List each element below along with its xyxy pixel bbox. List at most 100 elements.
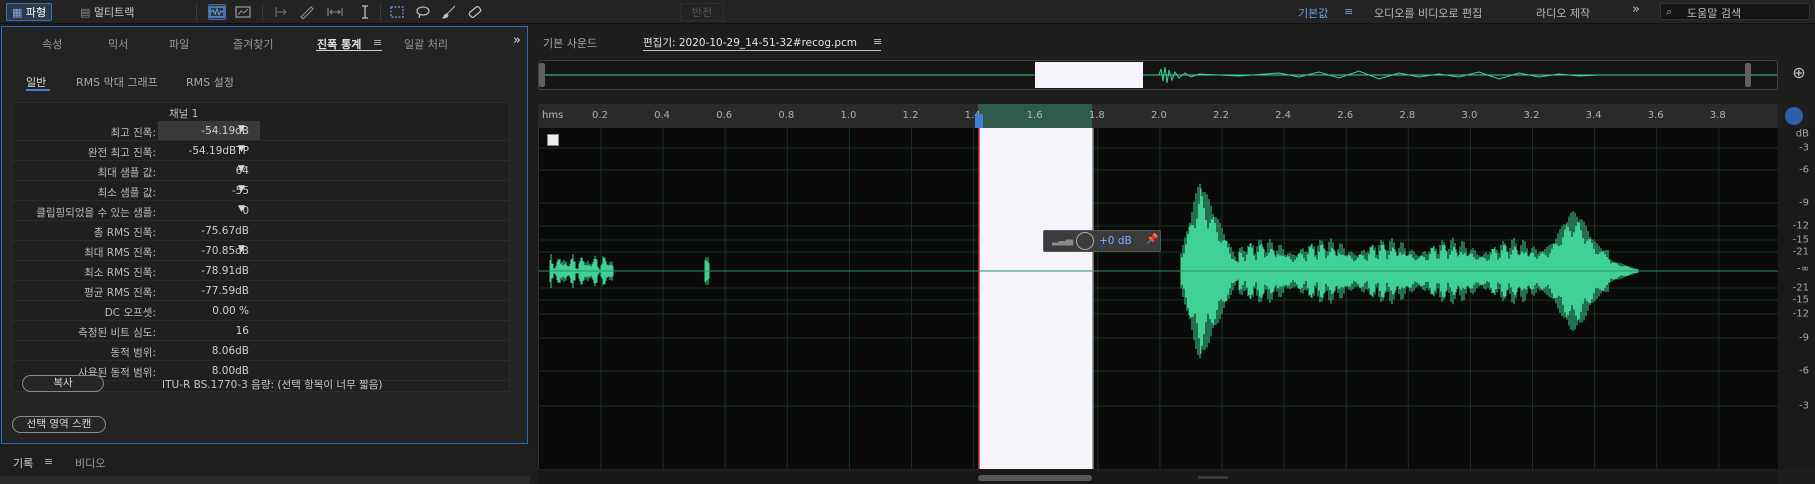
multitrack-mode-button[interactable]: ▤ 멀티트랙 xyxy=(74,3,140,21)
stat-row: 총 RMS 진폭: -75.67dB xyxy=(13,221,509,241)
time-selection[interactable] xyxy=(979,128,1093,469)
workspace-radio-production[interactable]: 라디오 제작 xyxy=(1536,5,1590,21)
tab-favorites[interactable]: 즐겨찾기 xyxy=(233,36,273,52)
scan-selection-button[interactable]: 선택 영역 스캔 xyxy=(12,416,106,433)
workspace-default[interactable]: 기본값 xyxy=(1298,5,1328,21)
tab-editor-file[interactable]: 편집기: 2020-10-29_14-51-32#recog.pcm xyxy=(643,35,857,50)
brush-tool-icon[interactable] xyxy=(440,4,458,20)
ruler-tick-label: 2.0 xyxy=(1150,110,1167,121)
tab-mixer[interactable]: 믹서 xyxy=(108,36,128,52)
spectral-view-icon[interactable] xyxy=(234,4,252,20)
stat-label: 동적 범위: xyxy=(110,347,156,359)
slip-tool-icon[interactable] xyxy=(326,4,344,20)
overview-selection xyxy=(1035,62,1143,88)
workspace-disabled-button[interactable]: 반전 xyxy=(680,3,724,21)
spot-healing-tool-icon[interactable] xyxy=(466,4,484,20)
bottom-left-tabs: 기록 ≡ 비디오 xyxy=(0,447,530,484)
time-selection-tool-icon[interactable] xyxy=(356,4,374,20)
scrollbar-thumb[interactable] xyxy=(978,475,1092,481)
panel-overflow-icon[interactable]: » xyxy=(513,33,521,48)
subtab-underline xyxy=(26,89,50,91)
subtab-general[interactable]: 일반 xyxy=(26,74,46,90)
jump-to-marker-icon[interactable]: ▼ xyxy=(238,184,248,196)
horizontal-scrollbar[interactable] xyxy=(538,471,1778,484)
ruler-tick-label: 0.8 xyxy=(778,110,795,121)
stat-label: DC 오프셋: xyxy=(104,307,156,319)
overview-right-handle[interactable] xyxy=(1745,63,1751,87)
loudness-info: ITU-R BS.1770-3 음량: (선택 항목이 너무 짧음) xyxy=(162,379,383,391)
stat-label: 최대 RMS 진폭: xyxy=(84,247,156,259)
tab-history[interactable]: 기록 xyxy=(13,455,33,471)
tab-properties[interactable]: 속성 xyxy=(42,36,62,52)
tab-batch-processing[interactable]: 일괄 처리 xyxy=(404,36,448,52)
hud-meter-icon: ▂▃▄ xyxy=(1052,235,1073,246)
waveform-display[interactable] xyxy=(538,128,1779,469)
overview-waveform xyxy=(539,62,1777,88)
history-menu-icon[interactable]: ≡ xyxy=(44,455,53,468)
copy-button[interactable]: 복사 xyxy=(22,375,104,392)
tab-video[interactable]: 비디오 xyxy=(75,455,105,471)
stat-row: 최소 샘플 값: -55 ▼ xyxy=(13,181,509,201)
volume-knob[interactable] xyxy=(1076,232,1094,250)
db-scale-label: -9 xyxy=(1799,332,1809,344)
razor-tool-icon[interactable] xyxy=(298,4,316,20)
pin-icon[interactable]: 📌 xyxy=(1146,234,1158,245)
search-icon: ⌕ xyxy=(1666,5,1673,18)
toolbar-divider xyxy=(262,4,263,20)
active-tab-underline xyxy=(316,50,382,51)
db-scale-label: -21 xyxy=(1792,282,1809,294)
ruler-unit: hms xyxy=(542,110,564,121)
stat-label: 최대 샘플 값: xyxy=(97,167,156,179)
subtab-rms-settings[interactable]: RMS 설정 xyxy=(186,74,234,90)
jump-to-marker-icon[interactable]: ▼ xyxy=(238,124,248,136)
stat-label: 완전 최고 진폭: xyxy=(87,147,156,159)
stat-row: 평균 RMS 진폭: -77.59dB xyxy=(13,281,509,301)
overview-left-handle[interactable] xyxy=(539,63,545,87)
tab-files[interactable]: 파일 xyxy=(169,36,189,52)
db-scale-label: dB xyxy=(1795,128,1809,140)
editor-tab-menu-icon[interactable]: ≡ xyxy=(873,35,882,48)
ruler-tick-label: 3.4 xyxy=(1585,110,1602,121)
zoom-navigator-icon[interactable]: ⊕ xyxy=(1788,63,1810,85)
playhead-handle[interactable] xyxy=(975,114,983,128)
stat-value: -75.67dB xyxy=(201,225,249,237)
ruler-tick-label: 0.2 xyxy=(592,110,608,121)
tab-essential-sound[interactable]: 기본 사운드 xyxy=(543,35,597,51)
lasso-tool-icon[interactable] xyxy=(414,4,432,20)
amplitude-scale: dB -3 -6 -9 -12 -15 -21 -∞ -21 -15 -12 -9 -6 -3 xyxy=(1778,128,1815,469)
stat-row: 동적 범위: 8.06dB xyxy=(13,341,509,361)
jump-to-marker-icon[interactable]: ▼ xyxy=(238,144,248,156)
db-scale-label: -12 xyxy=(1792,308,1809,320)
stat-label: 클립핑되었을 수 있는 샘플: xyxy=(36,207,156,219)
workspace-menu-icon[interactable]: ≡ xyxy=(1344,5,1353,18)
db-scale-label: -6 xyxy=(1799,164,1809,176)
ruler-tick-label: 3.6 xyxy=(1647,110,1664,121)
amplitude-hud[interactable]: ▂▃▄ +0 dB 📌 xyxy=(1043,230,1161,252)
stat-label: 최소 RMS 진폭: xyxy=(84,267,156,279)
move-tool-icon[interactable] xyxy=(272,4,290,20)
ruler-tick-label: 1.8 xyxy=(1088,110,1105,121)
waveform-mode-button[interactable]: ▦ 파형 xyxy=(6,3,53,21)
time-ruler[interactable]: hms 0.2 0.4 0.6 0.8 1.0 1.2 1.4 1.6 1.8 2.0 2.2 2.4… xyxy=(538,104,1778,128)
tab-menu-icon[interactable]: ≡ xyxy=(373,36,382,49)
stat-label: 총 RMS 진폭: xyxy=(93,227,156,239)
stat-label: 최고 진폭: xyxy=(110,127,156,139)
waveform-view-icon[interactable] xyxy=(208,4,226,20)
workspace-overflow-icon[interactable]: » xyxy=(1632,2,1640,17)
jump-to-marker-icon[interactable]: ▼ xyxy=(238,244,248,256)
stat-value: 8.06dB xyxy=(211,345,249,357)
stat-row: 최대 RMS 진폭: -70.85dB ▼ xyxy=(13,241,509,261)
stat-row: 클립핑되었을 수 있는 샘플: 0 ▼ xyxy=(13,201,509,221)
snap-icon[interactable] xyxy=(1785,107,1803,125)
subtab-rms-histogram[interactable]: RMS 막대 그래프 xyxy=(76,74,158,90)
help-search-field[interactable]: ⌕ 도움말 검색 xyxy=(1660,3,1810,20)
jump-to-marker-icon[interactable]: ▼ xyxy=(238,164,248,176)
db-scale-label: -12 xyxy=(1792,220,1809,232)
jump-to-marker-icon[interactable]: ▼ xyxy=(238,204,248,216)
stat-value: 0.00 % xyxy=(212,305,249,317)
workspace-audio-to-video[interactable]: 오디오를 비디오로 편집 xyxy=(1374,5,1482,21)
hybrid-view-icon[interactable] xyxy=(547,134,559,146)
marquee-tool-icon[interactable] xyxy=(388,4,406,20)
overview-navigator[interactable] xyxy=(538,60,1778,90)
ruler-tick-label: 2.2 xyxy=(1213,110,1229,121)
